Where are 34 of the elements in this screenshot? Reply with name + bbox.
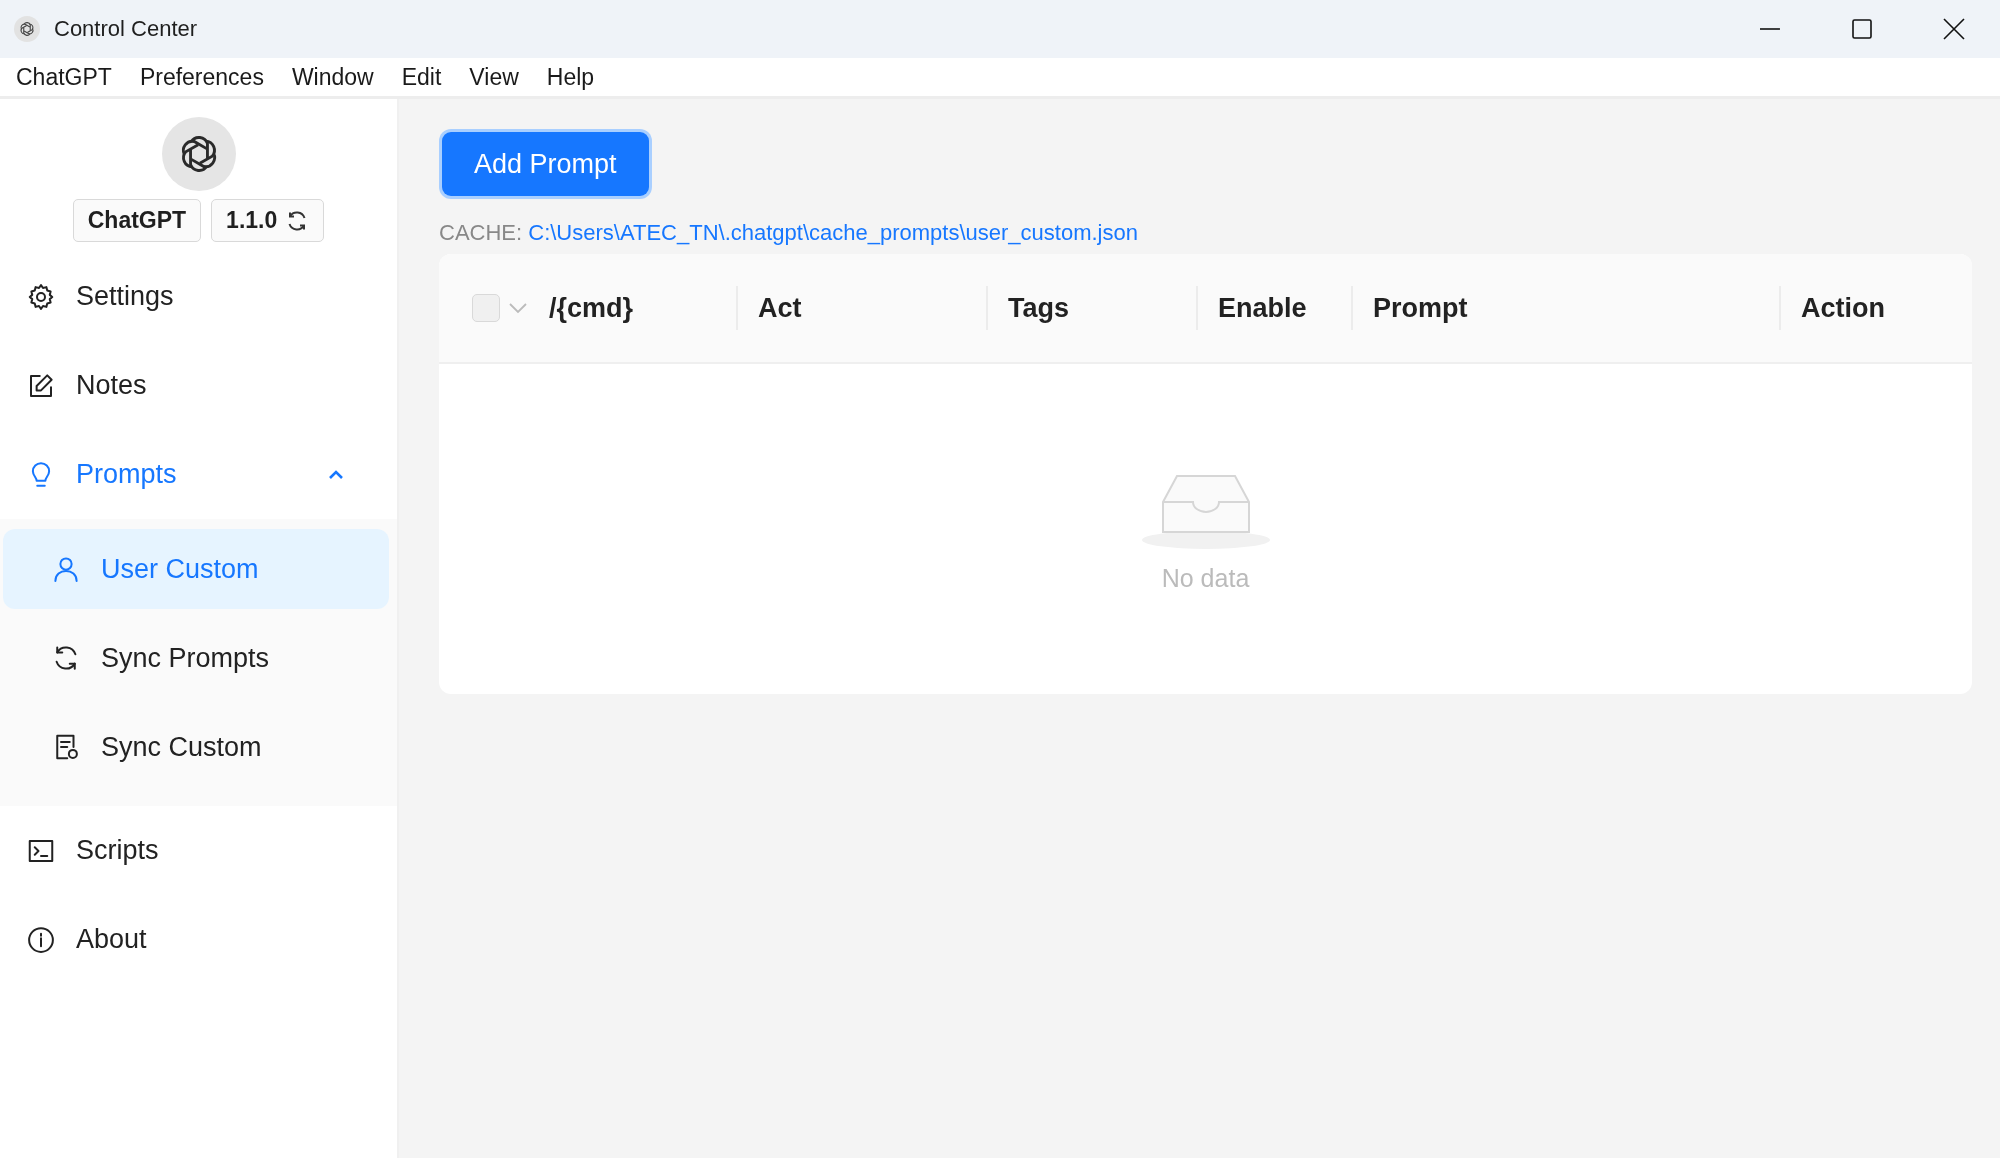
app-logo-icon (14, 16, 40, 42)
menu-item[interactable]: View (455, 63, 533, 91)
window-title: Control Center (54, 16, 198, 42)
empty-message: No data (1161, 563, 1250, 593)
sidebar-item[interactable]: Settings (3, 252, 389, 341)
menu-item[interactable]: Help (532, 63, 609, 91)
gear-icon (26, 281, 56, 312)
column-header: Act (758, 293, 802, 323)
sidebar-subitem[interactable]: Sync Prompts (3, 618, 389, 698)
cache-path-link[interactable]: C:\Users\ATEC_TN\.chatgpt\cache_prompts\user_custom.json (528, 220, 1138, 245)
sidebar-item[interactable]: Notes (3, 341, 389, 430)
menu-item[interactable]: Preferences (125, 63, 278, 91)
column-header: /{cmd} (549, 293, 634, 323)
add-prompt-button[interactable]: Add Prompt (442, 132, 649, 196)
sidebar-item[interactable]: About (3, 895, 389, 984)
version-tag[interactable]: 1.1.0 (211, 199, 325, 242)
sidebar-subitem[interactable]: Sync Custom (3, 707, 389, 787)
sidebar-subitem[interactable]: User Custom (3, 529, 389, 609)
column-header: Prompt (1373, 293, 1468, 323)
sidebar-item[interactable]: Scripts (3, 806, 389, 895)
menu-item[interactable]: Window (277, 63, 388, 91)
column-header: Tags (1008, 293, 1069, 323)
info-icon (26, 924, 56, 955)
menu-item[interactable]: ChatGPT (2, 63, 126, 91)
sidebar-item[interactable]: Prompts (3, 430, 389, 519)
maximize-icon[interactable] (1851, 18, 1873, 40)
close-icon[interactable] (1943, 18, 1965, 40)
cache-label: CACHE: (439, 220, 523, 245)
app-name-tag: ChatGPT (72, 199, 202, 242)
select-all-checkbox[interactable] (472, 294, 500, 322)
column-header: Action (1801, 293, 1885, 323)
user-icon (51, 554, 81, 584)
column-header: Enable (1218, 293, 1307, 323)
menu-item[interactable]: Edit (387, 63, 456, 91)
